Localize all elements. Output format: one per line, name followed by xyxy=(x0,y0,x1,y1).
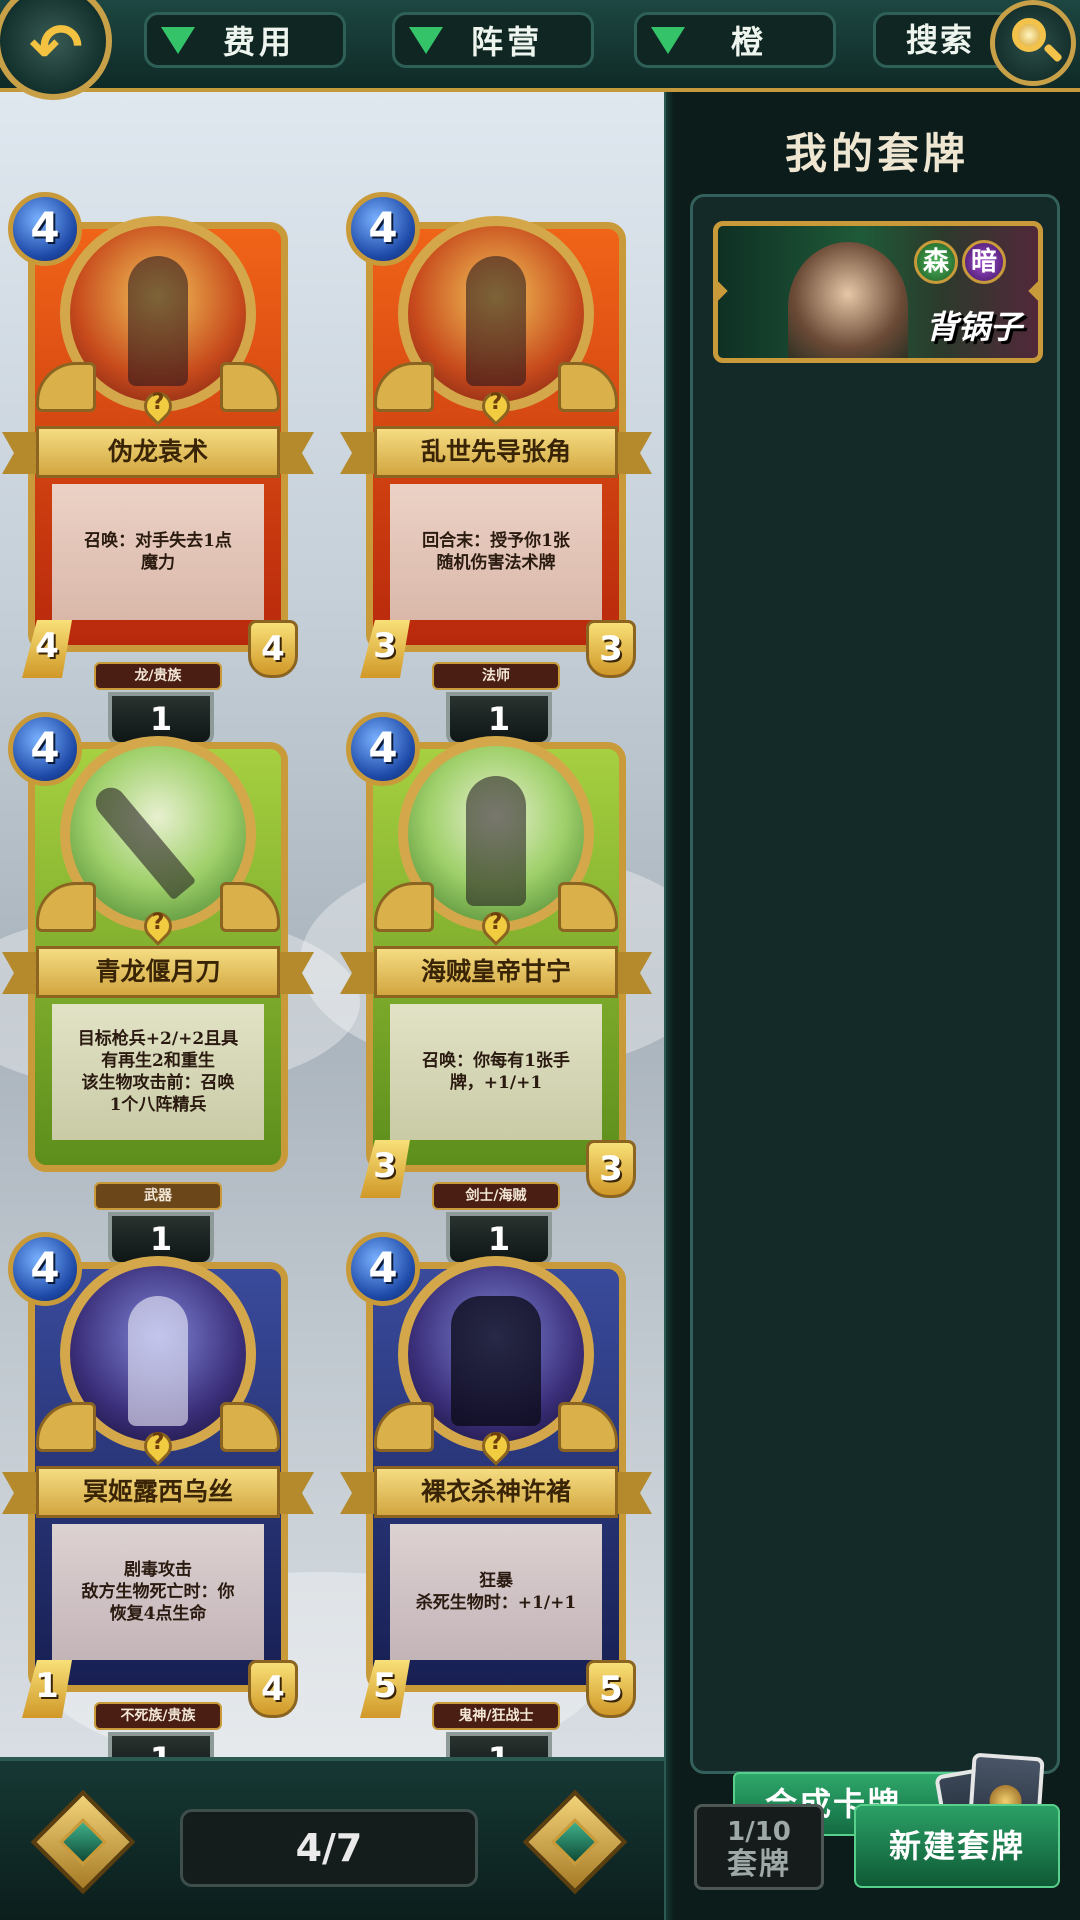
search-button[interactable] xyxy=(990,0,1076,86)
card-name: 乱世先导张角 xyxy=(374,426,618,478)
mana-cost: 4 xyxy=(8,192,82,266)
card-item[interactable]: ? 4 裸衣杀神许褚 狂暴 杀死生物时：+1/+1 5 5 鬼神/狂战士 1 xyxy=(340,1232,652,1757)
filter-cost-label: 费用 xyxy=(222,23,295,61)
card-text: 目标枪兵+2/+2且具 有再生2和重生 该生物攻击前：召唤 1个八阵精兵 xyxy=(52,1004,264,1140)
deck-count-label: 套牌 xyxy=(727,1847,791,1882)
card-item[interactable]: ? 4 乱世先导张角 回合末：授予你1张 随机伤害法术牌 3 3 法师 1 xyxy=(340,192,652,752)
mana-cost: 4 xyxy=(8,712,82,786)
deck-list[interactable]: 森 暗 背锅子 合成卡牌 xyxy=(690,194,1060,1883)
card-name: 裸衣杀神许褚 xyxy=(374,1466,618,1518)
card-item[interactable]: ? 4 冥姬露西乌丝 剧毒攻击 敌方生物死亡时：你 恢复4点生命 1 4 不死族… xyxy=(2,1232,314,1757)
card-tribe: 剑士/海贼 xyxy=(432,1182,560,1210)
card-health: 3 xyxy=(586,1140,636,1198)
deck-item[interactable]: 森 暗 背锅子 xyxy=(713,221,1043,363)
card-item[interactable]: ? 4 海贼皇帝甘宁 召唤：你每有1张手 牌，+1/+1 3 3 剑士/海贼 1 xyxy=(340,712,652,1272)
card-name: 伪龙袁术 xyxy=(36,426,280,478)
filter-faction-dropdown[interactable]: 阵营 xyxy=(392,12,594,68)
mana-cost: 4 xyxy=(346,192,420,266)
card-name: 青龙偃月刀 xyxy=(36,946,280,998)
card-health: 4 xyxy=(248,1660,298,1718)
card-tribe: 法师 xyxy=(432,662,560,690)
deck-hero-portrait xyxy=(788,242,908,358)
deck-count-value: 1/10 xyxy=(727,1817,791,1847)
card-text: 剧毒攻击 敌方生物死亡时：你 恢复4点生命 xyxy=(52,1524,264,1660)
top-bar: ↶ 费用 阵营 橙 搜索 xyxy=(0,0,1080,100)
mana-cost: 4 xyxy=(346,712,420,786)
card-tribe: 武器 xyxy=(94,1182,222,1210)
new-deck-button[interactable]: 新建套牌 xyxy=(854,1804,1060,1888)
back-button[interactable]: ↶ xyxy=(0,0,112,100)
mana-cost: 4 xyxy=(346,1232,420,1306)
deck-panel-title: 我的套牌 xyxy=(784,129,969,178)
magnifier-icon xyxy=(1012,18,1046,52)
filter-rarity-label: 橙 xyxy=(730,23,767,61)
faction-badge-dark: 暗 xyxy=(962,240,1006,284)
card-health: 3 xyxy=(586,620,636,678)
pagination-bar: 4/7 xyxy=(0,1757,664,1920)
card-tribe: 不死族/贵族 xyxy=(94,1702,222,1730)
filter-cost-dropdown[interactable]: 费用 xyxy=(144,12,346,68)
card-tribe: 龙/贵族 xyxy=(94,662,222,690)
card-health: 4 xyxy=(248,620,298,678)
filter-rarity-dropdown[interactable]: 橙 xyxy=(634,12,836,68)
card-health: 5 xyxy=(586,1660,636,1718)
left-arrow-icon xyxy=(58,1817,108,1867)
deck-panel: 我的套牌 森 暗 背锅子 合成卡牌 1/10 套牌 新建套牌 xyxy=(674,92,1080,1920)
dropdown-arrow-icon xyxy=(409,26,443,54)
prev-page-button[interactable] xyxy=(30,1789,136,1895)
card-name: 冥姬露西乌丝 xyxy=(36,1466,280,1518)
panel-divider xyxy=(664,92,674,1920)
right-arrow-icon xyxy=(550,1817,600,1867)
filter-faction-label: 阵营 xyxy=(470,23,543,61)
card-text: 狂暴 杀死生物时：+1/+1 xyxy=(390,1524,602,1660)
card-item[interactable]: ? 4 青龙偃月刀 目标枪兵+2/+2且具 有再生2和重生 该生物攻击前：召唤 … xyxy=(2,712,314,1272)
card-tribe: 鬼神/狂战士 xyxy=(432,1702,560,1730)
deck-name: 背锅子 xyxy=(925,308,1022,346)
dropdown-arrow-icon xyxy=(651,26,685,54)
faction-badge-forest: 森 xyxy=(914,240,958,284)
card-count: 1 xyxy=(108,1732,214,1757)
card-collection: ? 4 伪龙袁术 召唤：对手失去1点 魔力 4 4 龙/贵族 1 ? 4 乱世先… xyxy=(0,92,664,1757)
mana-cost: 4 xyxy=(8,1232,82,1306)
card-text: 召唤：你每有1张手 牌，+1/+1 xyxy=(390,1004,602,1140)
card-item[interactable]: ? 4 伪龙袁术 召唤：对手失去1点 魔力 4 4 龙/贵族 1 xyxy=(2,192,314,752)
deck-count-badge: 1/10 套牌 xyxy=(694,1804,824,1890)
card-text: 回合末：授予你1张 随机伤害法术牌 xyxy=(390,484,602,620)
dropdown-arrow-icon xyxy=(161,26,195,54)
card-text: 召唤：对手失去1点 魔力 xyxy=(52,484,264,620)
card-name: 海贼皇帝甘宁 xyxy=(374,946,618,998)
card-count: 1 xyxy=(446,1732,552,1757)
next-page-button[interactable] xyxy=(522,1789,628,1895)
undo-arrow-icon: ↶ xyxy=(29,11,83,85)
page-indicator: 4/7 xyxy=(180,1809,478,1887)
